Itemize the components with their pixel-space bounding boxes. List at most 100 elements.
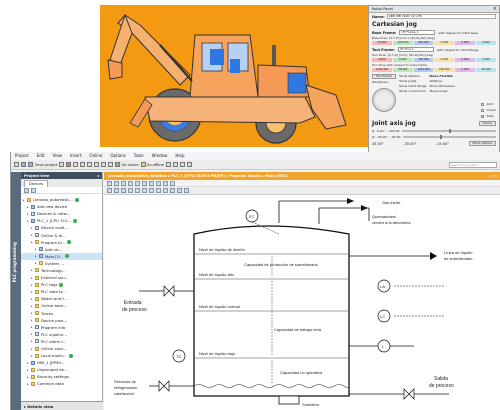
base-rx-value[interactable]: 0.000 [434, 41, 455, 45]
tool-frame-dropdown[interactable]: Tool Frame [372, 74, 397, 79]
menu-window[interactable]: Window [152, 153, 168, 159]
j1-slider-knob[interactable] [448, 129, 451, 133]
target-rx-value[interactable]: 180.000 [434, 68, 455, 72]
tree-item[interactable]: ▸ Devices & netw... [21, 210, 102, 217]
lad-open-branch-icon[interactable] [135, 188, 140, 193]
tree-item[interactable]: ▸ Ungrouped de... [21, 366, 102, 373]
opt-0[interactable]: Show Options [399, 74, 426, 78]
opt-2[interactable]: Show robot flange [399, 84, 426, 88]
base-ry-value[interactable]: 0.000 [455, 41, 476, 45]
menu-view[interactable]: View [52, 153, 62, 159]
checkbox-show-workspace[interactable]: Show Workspace [429, 84, 454, 88]
base-rz-value[interactable]: 0.000 [476, 41, 496, 45]
tree-item[interactable]: ▸ Program info [21, 324, 102, 331]
tree-item[interactable]: ▸ External sou... [21, 274, 102, 281]
checkbox-move-linear[interactable]: Move Linear [429, 89, 454, 93]
tree-item[interactable]: ▸ Technology... [21, 267, 102, 274]
tree-view-icon[interactable] [24, 187, 29, 193]
menu-project[interactable]: Project [15, 153, 29, 159]
lad-contact-nc-icon[interactable] [114, 188, 119, 193]
target-ry-value[interactable]: 0.000 [455, 68, 476, 72]
tree-item[interactable]: ▸ Local modu... [21, 352, 102, 359]
save-project-icon[interactable] [28, 162, 33, 167]
lad-counter-icon[interactable] [156, 188, 161, 193]
lad-math-icon[interactable] [177, 188, 182, 193]
cross-ref-icon[interactable] [186, 162, 192, 167]
devices-tab[interactable]: Devices [24, 180, 49, 187]
go-offline-icon[interactable] [140, 162, 146, 167]
tree-item[interactable]: ▸ PLC tags [21, 281, 102, 288]
j1-slider[interactable] [401, 129, 496, 133]
details-view-toggle[interactable]: ▸ Details view [21, 401, 103, 410]
tree-item[interactable]: ▸ Add new device [21, 203, 102, 210]
linear-mode-radio[interactable] [480, 108, 484, 112]
tree-item[interactable]: ▸ System ... [21, 260, 102, 267]
tree-item[interactable]: ▸ PLC alarm t... [21, 338, 102, 345]
compile-icon[interactable] [87, 162, 93, 167]
simulate-icon[interactable] [108, 162, 114, 167]
accessible-devices-icon[interactable] [165, 162, 171, 167]
lad-coil-icon[interactable] [121, 188, 126, 193]
j2-slider-knob[interactable] [439, 135, 442, 139]
go-online-icon[interactable] [115, 162, 121, 167]
tree-item[interactable]: ▸ Common data [21, 380, 102, 387]
search-project-input[interactable]: Search in project> [449, 161, 497, 168]
menu-insert[interactable]: Insert [70, 153, 81, 159]
collapse-all-icon[interactable] [142, 180, 147, 186]
tool-z-value[interactable]: 150.000 [413, 58, 434, 62]
tree-item[interactable]: ▸ Online card... [21, 345, 102, 352]
tool-ry-value[interactable]: 0.000 [455, 58, 476, 62]
menu-edit[interactable]: Edit [37, 153, 45, 159]
insert-row-icon[interactable] [121, 180, 126, 186]
close-icon[interactable]: × [493, 6, 497, 12]
redo-icon[interactable] [80, 162, 86, 167]
tree-item[interactable]: ▸ Main [O... [21, 252, 102, 260]
tree-item[interactable]: ▸ HMI_1 [KP90... [21, 359, 102, 366]
lad-timer-icon[interactable] [149, 188, 154, 193]
base-z-value[interactable]: 650.000 [413, 41, 434, 45]
target-x-value[interactable]: 1230.400 [372, 68, 392, 72]
menu-online[interactable]: Online [89, 153, 102, 159]
checkbox-all-none[interactable]: All/None [429, 79, 454, 83]
tool-y-value[interactable]: 0.000 [392, 58, 413, 62]
monitoring-icon[interactable] [170, 180, 175, 186]
insert-network-icon[interactable] [107, 180, 112, 186]
lad-empty-box-icon[interactable] [128, 188, 133, 193]
go-to-error-icon[interactable] [163, 180, 168, 186]
opt-1[interactable]: Show joints [399, 79, 426, 83]
upload-icon[interactable] [101, 162, 107, 167]
print-icon[interactable] [59, 162, 65, 167]
target-z-value[interactable]: 1034.000 [413, 68, 434, 72]
tree-item[interactable]: ▸ PLC supervi... [21, 331, 102, 338]
lad-contact-no-icon[interactable] [107, 188, 112, 193]
go-offline-button[interactable]: Go offline [147, 163, 164, 167]
target-rz-value[interactable]: 90.000 [476, 68, 496, 72]
tree-item[interactable]: ▸ Device prox... [21, 317, 102, 324]
favorites-icon[interactable] [156, 180, 161, 186]
go-online-button[interactable]: Go online [121, 163, 138, 167]
robot-name-field[interactable]: ABB IRB 2600 12/1.85 [386, 14, 496, 19]
tree-item[interactable]: ▸ Watch and f... [21, 295, 102, 302]
absolute-operands-icon[interactable] [149, 180, 154, 186]
plc-programming-vertical-tab[interactable]: PLC programming [11, 172, 21, 410]
tree-item[interactable]: ▸ Program bl... [21, 239, 102, 246]
lad-compare-icon[interactable] [163, 188, 168, 193]
opt-3[interactable]: Show current tool [399, 89, 426, 93]
new-project-icon[interactable] [14, 162, 19, 167]
delete-network-icon[interactable] [114, 180, 119, 186]
tool-x-value[interactable]: 0.000 [372, 58, 392, 62]
j2-slider[interactable] [402, 135, 496, 139]
tree-item[interactable]: ▸ PLC_1 [CPU 151... [21, 217, 102, 224]
start-cpu-icon[interactable] [172, 162, 178, 167]
expand-all-icon[interactable] [135, 180, 140, 186]
save-project-button[interactable]: Save project [35, 163, 57, 167]
menu-options[interactable]: Options [110, 153, 125, 159]
tool-frame-select[interactable]: UT Tool 1 [397, 47, 434, 52]
undo-icon[interactable] [73, 162, 79, 167]
tool-rz-value[interactable]: 0.000 [476, 58, 496, 62]
base-frame-select[interactable]: UF Frame 1 [399, 30, 436, 35]
tree-item[interactable]: ▸ Online back... [21, 302, 102, 309]
stop-cpu-icon[interactable] [179, 162, 185, 167]
delete-icon[interactable] [66, 162, 72, 167]
joint-mode-radio[interactable] [480, 102, 484, 106]
